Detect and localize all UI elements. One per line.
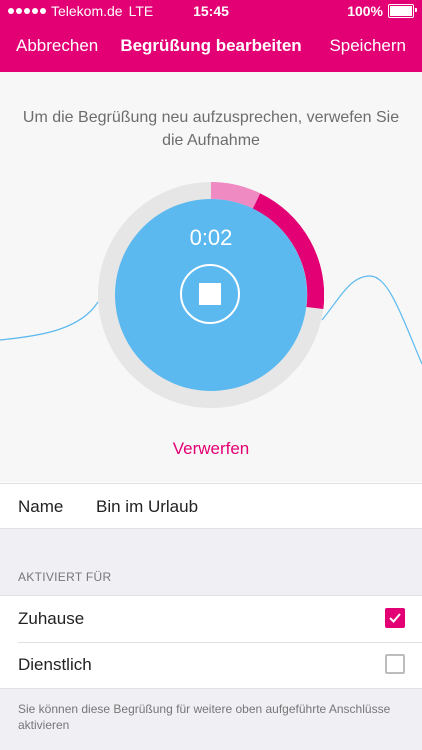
header-bar: Telekom.de LTE 15:45 100% Abbrechen Begr…: [0, 0, 422, 72]
name-input[interactable]: Bin im Urlaub: [96, 497, 198, 517]
option-label: Dienstlich: [18, 655, 92, 674]
footer-note: Sie können diese Begrüßung für weitere o…: [18, 702, 391, 732]
battery-percent: 100%: [347, 3, 383, 19]
option-label: Zuhause: [18, 609, 85, 628]
navigation-bar: Abbrechen Begrüßung bearbeiten Speichern: [0, 36, 422, 60]
recording-area: Um die Begrüßung neu aufzusprechen, verw…: [0, 72, 422, 482]
stop-icon: [199, 283, 221, 305]
activation-options: Zuhause Dienstlich: [0, 595, 422, 689]
option-business[interactable]: Dienstlich: [0, 642, 422, 688]
name-label: Name: [18, 497, 64, 516]
option-home[interactable]: Zuhause: [0, 596, 422, 642]
discard-button[interactable]: Verwerfen: [0, 439, 422, 459]
battery-icon: [388, 4, 417, 18]
name-row[interactable]: Name Bin im Urlaub: [0, 483, 422, 529]
checkmark-icon: [389, 613, 401, 623]
save-button[interactable]: Speichern: [329, 36, 406, 56]
home-checkbox[interactable]: [385, 608, 405, 628]
status-bar: Telekom.de LTE 15:45 100%: [0, 0, 422, 22]
recording-timer: 0:02: [189, 225, 233, 250]
cancel-button[interactable]: Abbrechen: [16, 36, 98, 56]
activation-section: AKTIVIERT FÜR Zuhause Dienstlich Sie kön…: [0, 529, 422, 750]
stop-button[interactable]: [180, 264, 240, 324]
business-checkbox[interactable]: [385, 654, 405, 674]
section-header: AKTIVIERT FÜR: [18, 570, 112, 584]
status-right: 100%: [347, 3, 417, 19]
